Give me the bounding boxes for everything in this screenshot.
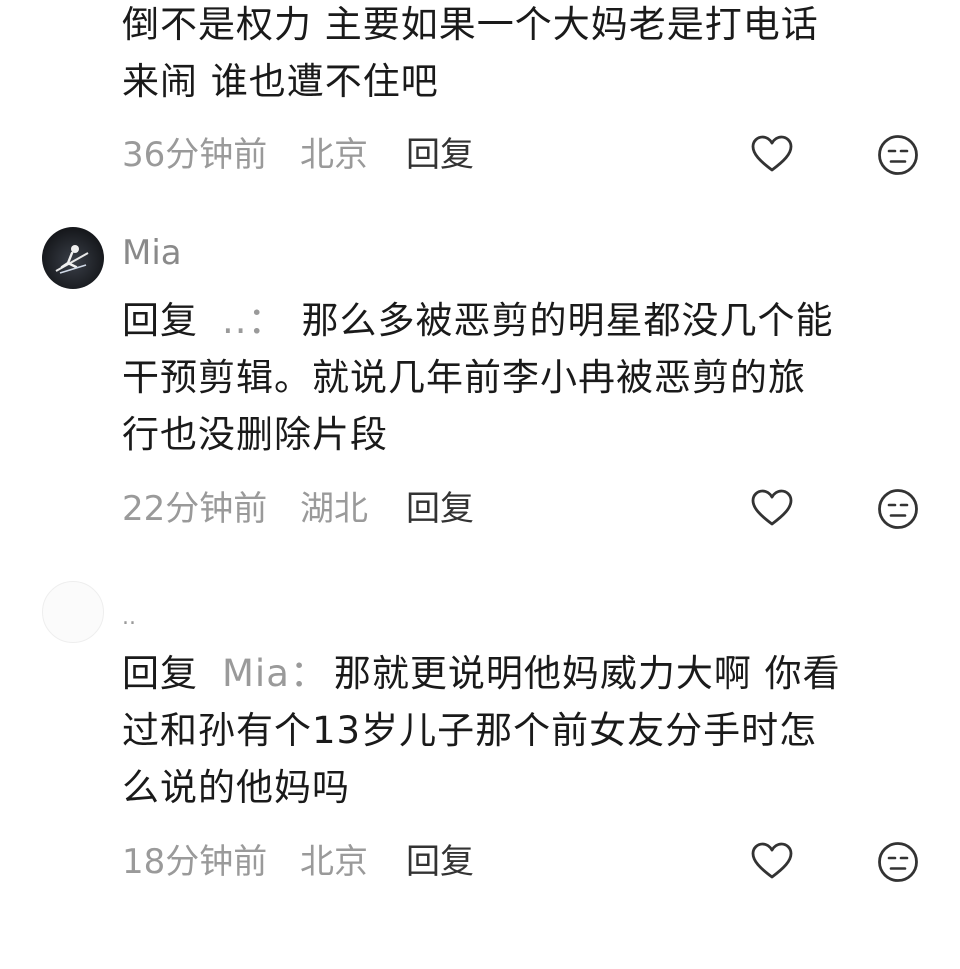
comment-location: 北京 [300, 842, 368, 882]
comment-line: 行也没删除片段 [122, 413, 388, 456]
comment-line: 来闹 谁也遭不住吧 [122, 60, 439, 103]
username[interactable]: Mia [122, 233, 182, 273]
meh-face-icon[interactable] [876, 840, 920, 884]
comment-location: 湖北 [300, 489, 368, 529]
comment-text: 那么多被恶剪的明星都没几个能 [301, 299, 834, 342]
reply-button[interactable]: 回复 [406, 840, 474, 884]
comment-time: 18分钟前 [122, 842, 268, 882]
comment-time: 36分钟前 [122, 135, 268, 175]
meh-face-icon[interactable] [876, 133, 920, 177]
avatar[interactable] [42, 581, 104, 643]
reply-target[interactable]: ..： [222, 299, 286, 342]
heart-icon[interactable] [750, 840, 794, 884]
avatar[interactable] [42, 227, 104, 289]
comment-line: 干预剪辑。就说几年前李小冉被恶剪的旅 [122, 356, 806, 399]
meh-face-icon[interactable] [876, 487, 920, 531]
comment-line: 回复 Mia： 那就更说明他妈威力大啊 你看 [122, 645, 922, 702]
comment-meta: 36分钟前 北京 回复 [122, 133, 922, 177]
comment-text: 那就更说明他妈威力大啊 你看 [333, 652, 841, 695]
reply-button[interactable]: 回复 [406, 133, 474, 177]
heart-icon[interactable] [750, 487, 794, 531]
comment-time: 22分钟前 [122, 489, 268, 529]
heart-icon[interactable] [750, 133, 794, 177]
comment-line: 么说的他妈吗 [122, 766, 350, 809]
comment-body: 回复 ..： 那么多被恶剪的明星都没几个能 干预剪辑。就说几年前李小冉被恶剪的旅 行… [122, 292, 922, 463]
comment-location: 北京 [300, 135, 368, 175]
comment-body: 倒不是权力 主要如果一个大妈老是打电话 来闹 谁也遭不住吧 [122, 0, 922, 110]
comment-body: 回复 Mia： 那就更说明他妈威力大啊 你看 过和孙有个13岁儿子那个前女友分手时怎… [122, 645, 922, 816]
reply-button[interactable]: 回复 [406, 487, 474, 531]
reply-target[interactable]: Mia： [222, 652, 328, 695]
comment-line: 回复 ..： 那么多被恶剪的明星都没几个能 [122, 292, 922, 349]
comment-line: 倒不是权力 主要如果一个大妈老是打电话 [122, 3, 819, 46]
comment-meta: 18分钟前 北京 回复 [122, 840, 922, 884]
username[interactable]: .. [122, 598, 136, 638]
reply-prefix: 回复 [122, 299, 198, 342]
comment-meta: 22分钟前 湖北 回复 [122, 487, 922, 531]
reply-prefix: 回复 [122, 652, 198, 695]
comment-line: 过和孙有个13岁儿子那个前女友分手时怎 [122, 709, 818, 752]
